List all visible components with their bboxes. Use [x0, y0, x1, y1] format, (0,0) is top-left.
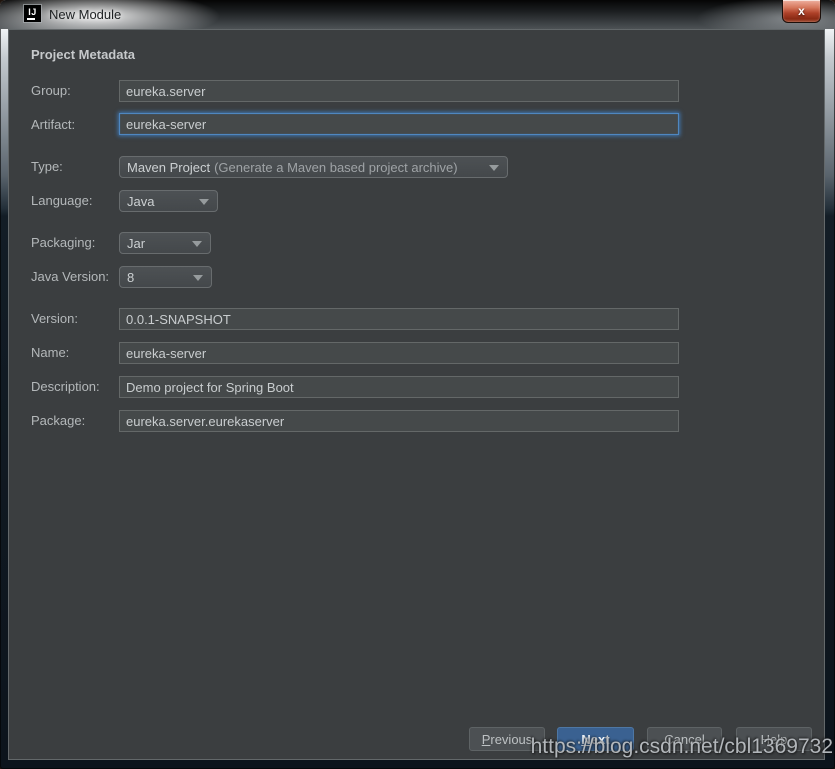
window-title: New Module: [49, 7, 121, 22]
title-bar[interactable]: IJ New Module x: [0, 0, 835, 29]
chevron-down-icon: [193, 275, 203, 281]
chevron-down-icon: [192, 241, 202, 247]
intellij-logo-icon: IJ: [24, 5, 41, 22]
java-version-label: Java Version:: [31, 269, 109, 284]
language-label: Language:: [31, 193, 92, 208]
type-combo[interactable]: Maven Project (Generate a Maven based pr…: [119, 156, 508, 178]
type-label: Type:: [31, 159, 63, 174]
intellij-logo-text: IJ: [28, 8, 37, 17]
chevron-down-icon: [199, 199, 209, 205]
package-input[interactable]: [119, 410, 679, 432]
java-version-combo-value: 8: [127, 270, 134, 285]
name-label: Name:: [31, 345, 69, 360]
intellij-logo-underline: [27, 18, 35, 20]
close-button[interactable]: x: [782, 0, 821, 23]
group-label: Group:: [31, 83, 71, 98]
language-combo-value: Java: [127, 194, 154, 209]
language-combo[interactable]: Java: [119, 190, 218, 212]
version-input[interactable]: [119, 308, 679, 330]
section-title: Project Metadata: [31, 47, 135, 62]
type-combo-value: Maven Project: [127, 160, 210, 175]
packaging-combo-value: Jar: [127, 236, 145, 251]
version-label: Version:: [31, 311, 78, 326]
description-label: Description:: [31, 379, 100, 394]
packaging-label: Packaging:: [31, 235, 95, 250]
name-input[interactable]: [119, 342, 679, 364]
java-version-combo[interactable]: 8: [119, 266, 212, 288]
description-input[interactable]: [119, 376, 679, 398]
watermark: https://blog.csdn.net/cbl1369732: [531, 735, 833, 759]
chevron-down-icon: [489, 165, 499, 171]
new-module-dialog: IJ New Module x Project Metadata Group: …: [0, 0, 835, 769]
artifact-label: Artifact:: [31, 117, 75, 132]
dialog-content: Project Metadata Group: Artifact: Type: …: [8, 29, 825, 760]
artifact-input[interactable]: [119, 113, 679, 135]
packaging-combo[interactable]: Jar: [119, 232, 211, 254]
group-input[interactable]: [119, 80, 679, 102]
type-combo-note: (Generate a Maven based project archive): [214, 160, 458, 175]
package-label: Package:: [31, 413, 85, 428]
close-icon: x: [798, 5, 805, 17]
